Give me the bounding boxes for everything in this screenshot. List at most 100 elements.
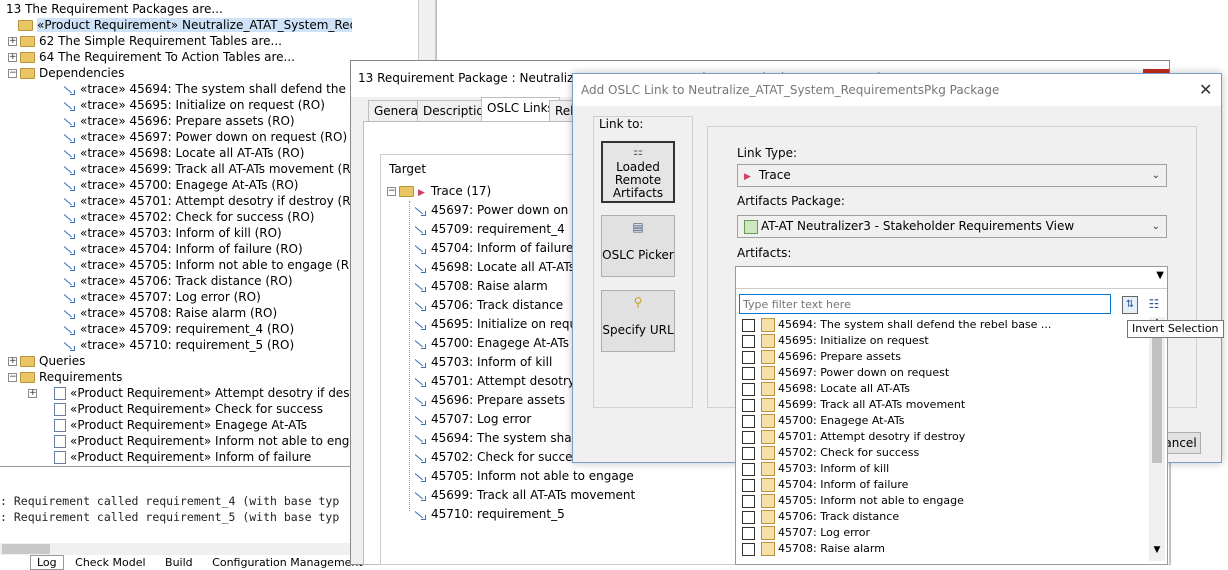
artifact-row[interactable]: 45699: Track all AT-ATs movement — [742, 397, 965, 413]
trace-dependency-item[interactable]: «trace» 45697: Power down on request (RO… — [62, 129, 347, 145]
target-item[interactable]: 45710: requirement_5 — [413, 506, 565, 522]
artifact-checkbox[interactable] — [742, 366, 755, 380]
target-item[interactable]: 45700: Enagege At-ATs — [413, 335, 569, 351]
collapse-icon[interactable]: − — [8, 69, 17, 78]
artifact-row[interactable]: 45701: Attempt desotry if destroy — [742, 429, 965, 445]
target-item[interactable]: 45705: Inform not able to engage — [413, 468, 634, 484]
tree-action-tables[interactable]: +64 The Requirement To Action Tables are… — [8, 49, 295, 65]
select-list-icon[interactable]: ☷ — [1146, 296, 1162, 314]
trace-group-row[interactable]: − ▶ Trace (17) — [387, 183, 491, 199]
artifact-checkbox[interactable] — [742, 398, 755, 412]
target-item[interactable]: 45696: Prepare assets — [413, 392, 565, 408]
requirement-item[interactable]: +«Product Requirement» Enagege At-ATs — [28, 417, 307, 433]
artifact-row[interactable]: 45698: Locate all AT-ATs — [742, 381, 910, 397]
trace-dependency-item[interactable]: «trace» 45698: Locate all AT-ATs (RO) — [62, 145, 304, 161]
target-item[interactable]: 45703: Inform of kill — [413, 354, 552, 370]
requirement-item[interactable]: + «Product Requirement» Attempt desotry i… — [28, 385, 352, 401]
artifact-row[interactable]: 45703: Inform of kill — [742, 461, 889, 477]
expand-icon[interactable]: + — [8, 357, 17, 366]
artifact-checkbox[interactable] — [742, 446, 755, 460]
trace-dependency-item[interactable]: «trace» 45708: Raise alarm (RO) — [62, 305, 277, 321]
collapse-icon[interactable]: − — [387, 187, 396, 196]
invert-selection-icon[interactable]: ⇅ — [1122, 296, 1138, 314]
artifact-row[interactable]: 45700: Enagege At-ATs — [742, 413, 905, 429]
artifact-checkbox[interactable] — [742, 510, 755, 524]
artifact-checkbox[interactable] — [742, 494, 755, 508]
trace-dependency-item[interactable]: «trace» 45694: The system shall defend t… — [62, 81, 352, 97]
artifact-row[interactable]: 45702: Check for success — [742, 445, 919, 461]
requirement-item[interactable]: +«Product Requirement» Check for success — [28, 401, 323, 417]
specify-url-button[interactable]: ⚲ Specify URL — [601, 290, 675, 352]
artifact-checkbox[interactable] — [742, 478, 755, 492]
filter-input[interactable] — [739, 294, 1111, 314]
artifact-row[interactable]: 45697: Power down on request — [742, 365, 949, 381]
target-item[interactable]: 45704: Inform of failure — [413, 240, 573, 256]
trace-dependency-item[interactable]: «trace» 45705: Inform not able to engage… — [62, 257, 352, 273]
artifact-checkbox[interactable] — [742, 414, 755, 428]
trace-dependency-item[interactable]: «trace» 45701: Attempt desotry if destro… — [62, 193, 352, 209]
artifact-checkbox[interactable] — [742, 334, 755, 348]
artifact-row[interactable]: 45705: Inform not able to engage — [742, 493, 964, 509]
expand-icon[interactable]: + — [8, 37, 17, 46]
tree-package-item[interactable]: «Product Requirement» Neutralize_ATAT_Sy… — [18, 17, 352, 33]
tab-check-model[interactable]: Check Model — [67, 556, 153, 569]
trace-dependency-item[interactable]: «trace» 45696: Prepare assets (RO) — [62, 113, 295, 129]
tree-top-item[interactable]: 13 The Requirement Packages are... — [6, 1, 223, 17]
expand-icon[interactable]: + — [8, 53, 17, 62]
expand-icon[interactable]: + — [28, 389, 37, 398]
trace-dependency-item[interactable]: «trace» 45709: requirement_4 (RO) — [62, 321, 294, 337]
artifact-checkbox[interactable] — [742, 318, 755, 332]
trace-dependency-item[interactable]: «trace» 45700: Enagege At-ATs (RO) — [62, 177, 298, 193]
collapse-icon[interactable]: − — [8, 373, 17, 382]
target-item[interactable]: 45706: Track distance — [413, 297, 563, 313]
target-item[interactable]: 45699: Track all AT-ATs movement — [413, 487, 635, 503]
tree-queries[interactable]: + Queries — [8, 353, 85, 369]
link-type-combo[interactable]: ▶ Trace ⌄ — [737, 164, 1167, 187]
scroll-down-icon[interactable]: ▼ — [1149, 545, 1165, 561]
tree-requirements[interactable]: − Requirements — [8, 369, 122, 385]
trace-dependency-item[interactable]: «trace» 45695: Initialize on request (RO… — [62, 97, 325, 113]
target-item[interactable]: 45708: Raise alarm — [413, 278, 548, 294]
trace-dependency-item[interactable]: «trace» 45706: Track distance (RO) — [62, 273, 293, 289]
dialog-close-icon[interactable]: ✕ — [1199, 80, 1212, 99]
artifact-row[interactable]: 45695: Initialize on request — [742, 333, 929, 349]
scroll-thumb[interactable] — [1152, 333, 1162, 463]
target-item[interactable]: 45707: Log error — [413, 411, 531, 427]
trace-dependency-item[interactable]: «trace» 45702: Check for success (RO) — [62, 209, 314, 225]
loaded-remote-artifacts-button[interactable]: ⚏ Loaded Remote Artifacts — [601, 141, 675, 203]
tab-oslc-links[interactable]: OSLC Links — [481, 97, 560, 122]
artifacts-combo[interactable]: ▼ — [736, 267, 1167, 289]
oslc-picker-button[interactable]: ▤ OSLC Picker — [601, 215, 675, 277]
artifact-checkbox[interactable] — [742, 382, 755, 396]
artifact-checkbox[interactable] — [742, 350, 755, 364]
artifact-checkbox[interactable] — [742, 430, 755, 444]
output-hscroll[interactable] — [0, 543, 352, 555]
target-item[interactable]: 45709: requirement_4 — [413, 221, 565, 237]
artifacts-vscroll[interactable]: ▲ ▼ — [1149, 317, 1165, 561]
tab-log[interactable]: Log — [30, 555, 64, 570]
tree-dependencies[interactable]: − Dependencies — [8, 65, 124, 81]
artifact-row[interactable]: 45696: Prepare assets — [742, 349, 901, 365]
artifact-row[interactable]: 45707: Log error — [742, 525, 870, 541]
tree-simple-tables[interactable]: +62 The Simple Requirement Tables are... — [8, 33, 282, 49]
artifact-row[interactable]: 45706: Track distance — [742, 509, 899, 525]
artifact-checkbox[interactable] — [742, 462, 755, 476]
artifact-row[interactable]: 45704: Inform of failure — [742, 477, 908, 493]
trace-dependency-item[interactable]: «trace» 45699: Track all AT-ATs movement… — [62, 161, 352, 177]
requirement-item[interactable]: +«Product Requirement» Inform not able t… — [28, 433, 352, 449]
artifact-row[interactable]: 45694: The system shall defend the rebel… — [742, 317, 1051, 333]
target-item[interactable]: 45698: Locate all AT-ATs — [413, 259, 575, 275]
artifact-checkbox[interactable] — [742, 542, 755, 556]
artifacts-package-combo[interactable]: AT-AT Neutralizer3 - Stakeholder Require… — [737, 215, 1167, 238]
tab-configuration-management[interactable]: Configuration Management — [204, 556, 371, 569]
trace-dependency-item[interactable]: «trace» 45704: Inform of failure (RO) — [62, 241, 303, 257]
trace-dependency-item[interactable]: «trace» 45710: requirement_5 (RO) — [62, 337, 294, 353]
target-item[interactable]: 45702: Check for success — [413, 449, 585, 465]
target-item[interactable]: 45695: Initialize on request — [413, 316, 595, 332]
trace-dependency-item[interactable]: «trace» 45707: Log error (RO) — [62, 289, 261, 305]
trace-dependency-item[interactable]: «trace» 45703: Inform of kill (RO) — [62, 225, 282, 241]
requirement-item[interactable]: +«Product Requirement» Inform of failure — [28, 449, 311, 465]
artifact-checkbox[interactable] — [742, 526, 755, 540]
artifact-row[interactable]: 45708: Raise alarm — [742, 541, 885, 557]
tab-build[interactable]: Build — [157, 556, 201, 569]
